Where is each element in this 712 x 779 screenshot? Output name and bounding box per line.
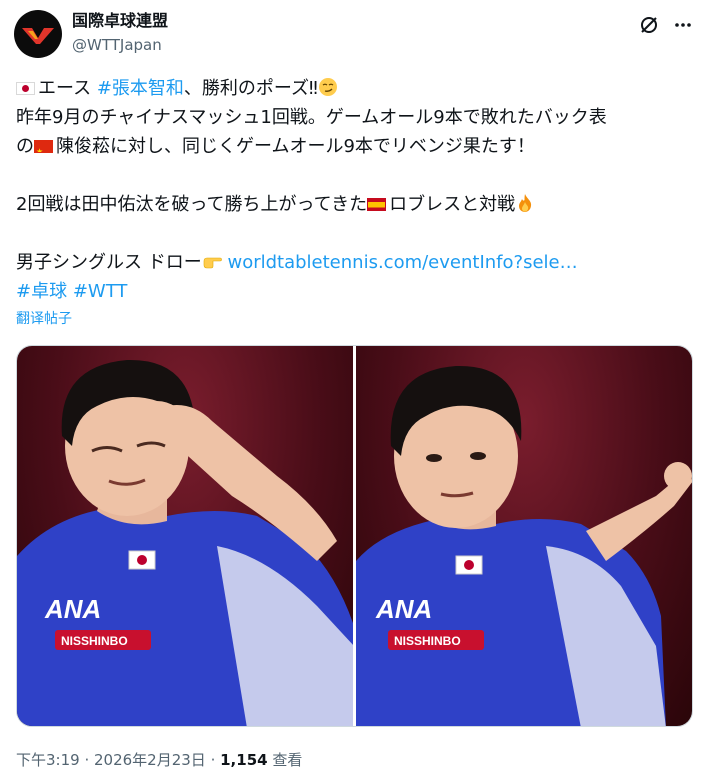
text: 男子シングルス ドロー [16,252,202,273]
tweet-line-2: 昨年9月のチャイナスマッシュ1回戦。ゲームオール9本で敗れたバック表 [16,107,607,128]
separator: · [205,751,221,769]
hashtag-link[interactable]: #卓球 [16,281,67,302]
text: の [16,136,34,157]
grok-icon[interactable] [638,14,660,36]
text: エース [38,78,97,99]
hashtag-link[interactable]: #張本智和 [97,78,184,99]
sponsor-text: NISSHINBO [394,634,461,648]
sponsor-text: NISSHINBO [61,634,128,648]
china-flag-icon [34,140,53,153]
japan-flag-icon [16,82,35,95]
separator: · [79,751,94,769]
media-grid: ANA NISSHINBO ANA NISSHINBO [16,345,693,727]
external-link[interactable]: worldtabletennis.com/eventInfo?sele… [227,252,577,273]
pointing-hand-emoji-icon [203,257,222,269]
text: ロブレスと対戦 [389,194,516,215]
post-date[interactable]: 2026年2月23日 [94,751,206,769]
post-time[interactable]: 下午3:19 [16,751,80,769]
tweet-line-5: 男子シングルス ドロー worldtabletennis.com/eventIn… [16,248,696,277]
views-count: 1,154 [220,751,268,769]
tweet-line-3: の 陳俊菘に対し、同じくゲームオール9本でリベンジ果たす！ [16,132,696,161]
wtt-logo-icon [22,28,54,44]
smirk-emoji-icon [318,78,337,96]
tweet-line-4: 2回戦は田中佑汰を破って勝ち上がってきた ロブレスと対戦 [16,190,696,219]
views-label: 查看 [267,751,303,769]
more-icon[interactable] [672,14,694,36]
text: 、勝利のポーズ‼ [183,78,318,99]
hashtag-link[interactable]: #WTT [73,281,128,302]
tweet-line-6: #卓球 #WTT [16,277,696,306]
fire-emoji-icon [519,194,532,212]
photo-player-salute[interactable]: ANA NISSHINBO [17,346,353,726]
tweet-line-1: エース #張本智和、勝利のポーズ‼ [16,74,696,103]
text: 2回戦は田中佑汰を破って勝ち上がってきた [16,194,368,215]
avatar[interactable] [14,10,62,58]
jersey-logo-text: ANA [375,594,432,624]
tweet-text: エース #張本智和、勝利のポーズ‼ 昨年9月のチャイナスマッシュ1回戦。ゲームオ… [16,74,696,306]
user-handle[interactable]: @WTTJapan [72,35,168,55]
translate-post-link[interactable]: 翻译帖子 [16,309,72,329]
display-name[interactable]: 国際卓球連盟 [72,11,168,31]
text: 陳俊菘に対し、同じくゲームオール9本でリベンジ果たす！ [56,136,535,157]
photo-player-pointing[interactable]: ANA NISSHINBO [356,346,692,726]
tweet-header: 国際卓球連盟 @WTTJapan [12,8,702,60]
tweet-metadata: 下午3:19 · 2026年2月23日 · 1,154 查看 [16,750,302,770]
spain-flag-icon [367,198,387,211]
jersey-logo-text: ANA [44,594,101,624]
